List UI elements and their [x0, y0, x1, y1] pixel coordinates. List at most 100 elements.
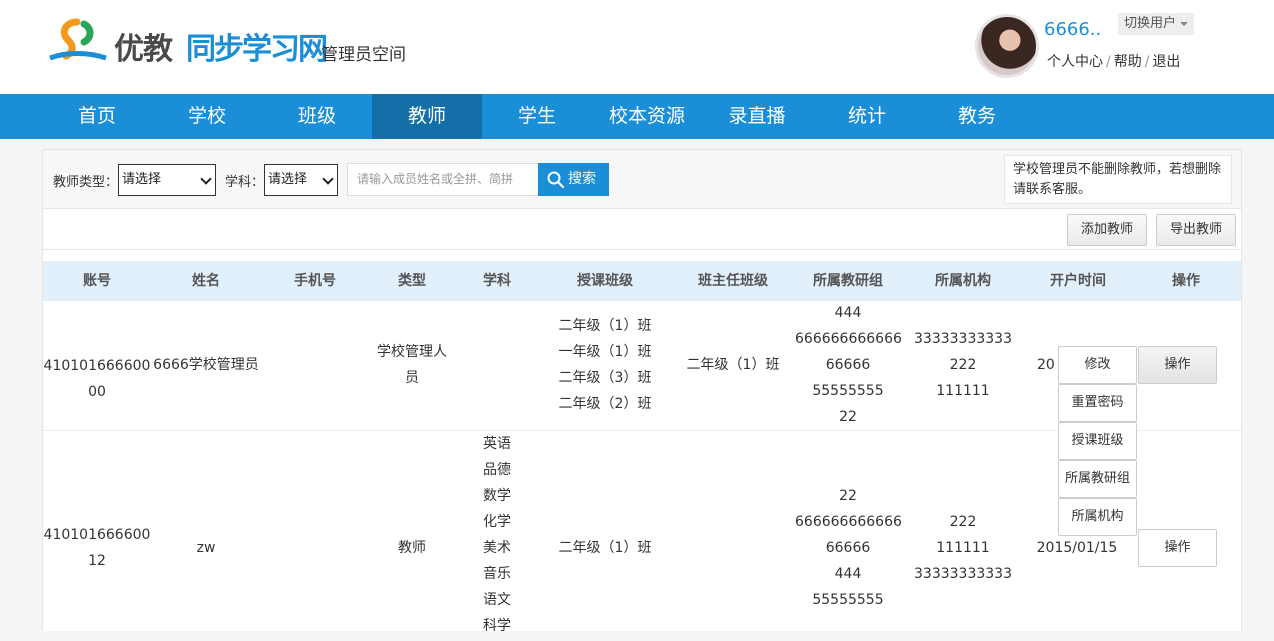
account-line: 410101666600: [43, 527, 151, 543]
col-classes: 授课班级: [577, 273, 633, 289]
add-teacher-button[interactable]: 添加教师: [1067, 214, 1147, 246]
org-item: 33333333333: [914, 331, 1012, 347]
group-item: 666666666666: [795, 331, 902, 347]
chevron-down-icon: [200, 173, 212, 185]
group-item: 22: [839, 409, 857, 425]
link-separator: /: [1144, 54, 1150, 70]
group-item: 666666666666: [795, 514, 902, 530]
class-item: 一年级（1）班: [558, 344, 652, 360]
menu-item-group[interactable]: 所属教研组: [1058, 460, 1137, 498]
subject-item: 语文: [483, 592, 511, 608]
subject-item: 音乐: [483, 566, 511, 582]
account-line: 00: [88, 384, 106, 400]
search-button[interactable]: 搜索: [538, 163, 609, 196]
link-separator: /: [1106, 54, 1111, 70]
bottom-strip: [0, 631, 1274, 641]
subject-item: 数学: [483, 488, 511, 504]
subject-item: 品德: [483, 462, 511, 478]
col-open-time: 开户时间: [1050, 273, 1106, 289]
op-button[interactable]: 操作: [1138, 346, 1217, 384]
cell-type: 学校管理人 员: [369, 339, 455, 391]
subject-item: 化学: [483, 514, 511, 530]
subject-label: 学科：: [225, 175, 265, 190]
teacher-type-value: 请选择: [122, 172, 162, 187]
cell-name: zw: [196, 540, 216, 556]
menu-item-reset-password[interactable]: 重置密码: [1058, 384, 1137, 422]
group-item: 444: [834, 566, 862, 582]
org-item: 33333333333: [914, 566, 1012, 582]
menu-item-org[interactable]: 所属机构: [1058, 498, 1137, 536]
main-nav: 首页 学校 班级 教师 学生 校本资源 录直播 统计 教务: [0, 94, 1274, 139]
cell-groups: 22 666666666666 66666 444 55555555: [795, 483, 902, 613]
search-button-label: 搜索: [568, 171, 596, 187]
cell-orgs: 222 111111 33333333333: [901, 509, 1025, 587]
search-input[interactable]: 请输入成员姓名或全拼、简拼: [347, 163, 539, 196]
header: 优教 同步学习网 管理员空间 6666.. 切换用户 个人中心 / 帮助 / 退出: [0, 0, 1274, 94]
search-icon: [547, 171, 565, 189]
nav-item-stats[interactable]: 统计: [812, 94, 922, 139]
menu-item-classes[interactable]: 授课班级: [1058, 422, 1137, 460]
cell-account: 410101666600 12: [43, 522, 151, 574]
username[interactable]: 6666..: [1044, 19, 1101, 40]
nav-item-affairs[interactable]: 教务: [922, 94, 1032, 139]
cell-account: 410101666600 00: [43, 353, 151, 405]
cell-head-class: 二年级（1）班: [686, 357, 780, 373]
caret-down-icon: [1180, 21, 1189, 26]
divider: [43, 249, 1241, 250]
account-line: 12: [88, 553, 106, 569]
teacher-type-label: 教师类型：: [53, 175, 119, 190]
class-item: 二年级（1）班: [558, 318, 652, 334]
group-item: 66666: [825, 540, 871, 556]
space-title: 管理员空间: [321, 45, 406, 65]
group-item: 55555555: [812, 383, 884, 399]
cell-open-time: 2015/01/15: [1036, 540, 1118, 556]
table-header: 账号 姓名 手机号 类型 学科 授课班级 班主任班级 所属教研组 所属机构 开户…: [43, 261, 1241, 301]
nav-item-student[interactable]: 学生: [482, 94, 592, 139]
filter-bar: 教师类型： 请选择 学科： 请选择 请输入成员姓名或全拼、简拼 搜索 学校管理员…: [43, 150, 1241, 209]
cell-orgs: 33333333333 222 111111: [901, 326, 1025, 404]
nav-item-resources[interactable]: 校本资源: [592, 94, 702, 139]
group-item: 444: [834, 305, 862, 321]
class-item: 二年级（3）班: [558, 370, 652, 386]
switch-user-dropdown[interactable]: 切换用户: [1118, 13, 1195, 35]
nav-item-live[interactable]: 录直播: [702, 94, 812, 139]
export-teacher-button[interactable]: 导出教师: [1156, 214, 1236, 246]
col-phone: 手机号: [294, 273, 336, 289]
avatar[interactable]: [975, 14, 1039, 78]
nav-item-school[interactable]: 学校: [152, 94, 262, 139]
col-group: 所属教研组: [813, 273, 883, 289]
cell-type: 教师: [398, 540, 426, 556]
col-account: 账号: [83, 273, 111, 289]
link-profile[interactable]: 个人中心: [1047, 54, 1103, 70]
link-help[interactable]: 帮助: [1114, 54, 1142, 70]
user-links: 个人中心 / 帮助 / 退出: [1047, 51, 1180, 71]
nav-item-home[interactable]: 首页: [42, 94, 152, 139]
delete-notice: 学校管理员不能删除教师，若想删除请联系客服。: [1004, 155, 1232, 204]
subject-item: 美术: [483, 540, 511, 556]
col-org: 所属机构: [935, 273, 991, 289]
logo-icon: [49, 18, 107, 61]
nav-item-class[interactable]: 班级: [262, 94, 372, 139]
type-line: 学校管理人: [377, 344, 447, 360]
account-line: 410101666600: [43, 358, 151, 374]
op-button[interactable]: 操作: [1138, 529, 1217, 567]
cell-classes: 二年级（1）班 一年级（1）班 二年级（3）班 二年级（2）班: [539, 313, 671, 417]
type-line: 员: [405, 370, 419, 386]
org-item: 222: [949, 357, 977, 373]
org-item: 222: [949, 514, 977, 530]
menu-item-edit[interactable]: 修改: [1058, 346, 1137, 384]
brand-sub: 同步学习网: [186, 32, 328, 67]
group-item: 66666: [825, 357, 871, 373]
subject-item: 英语: [483, 436, 511, 452]
group-item: 22: [839, 488, 857, 504]
teacher-type-select[interactable]: 请选择: [118, 164, 216, 196]
nav-item-teacher[interactable]: 教师: [372, 94, 482, 139]
link-logout[interactable]: 退出: [1152, 54, 1180, 70]
col-head-class: 班主任班级: [698, 273, 768, 289]
col-name: 姓名: [192, 273, 220, 289]
class-item: 二年级（2）班: [558, 396, 652, 412]
subject-select[interactable]: 请选择: [264, 164, 338, 196]
subject-value: 请选择: [268, 172, 308, 187]
cell-name: 6666学校管理员: [153, 357, 259, 373]
group-item: 55555555: [812, 592, 884, 608]
